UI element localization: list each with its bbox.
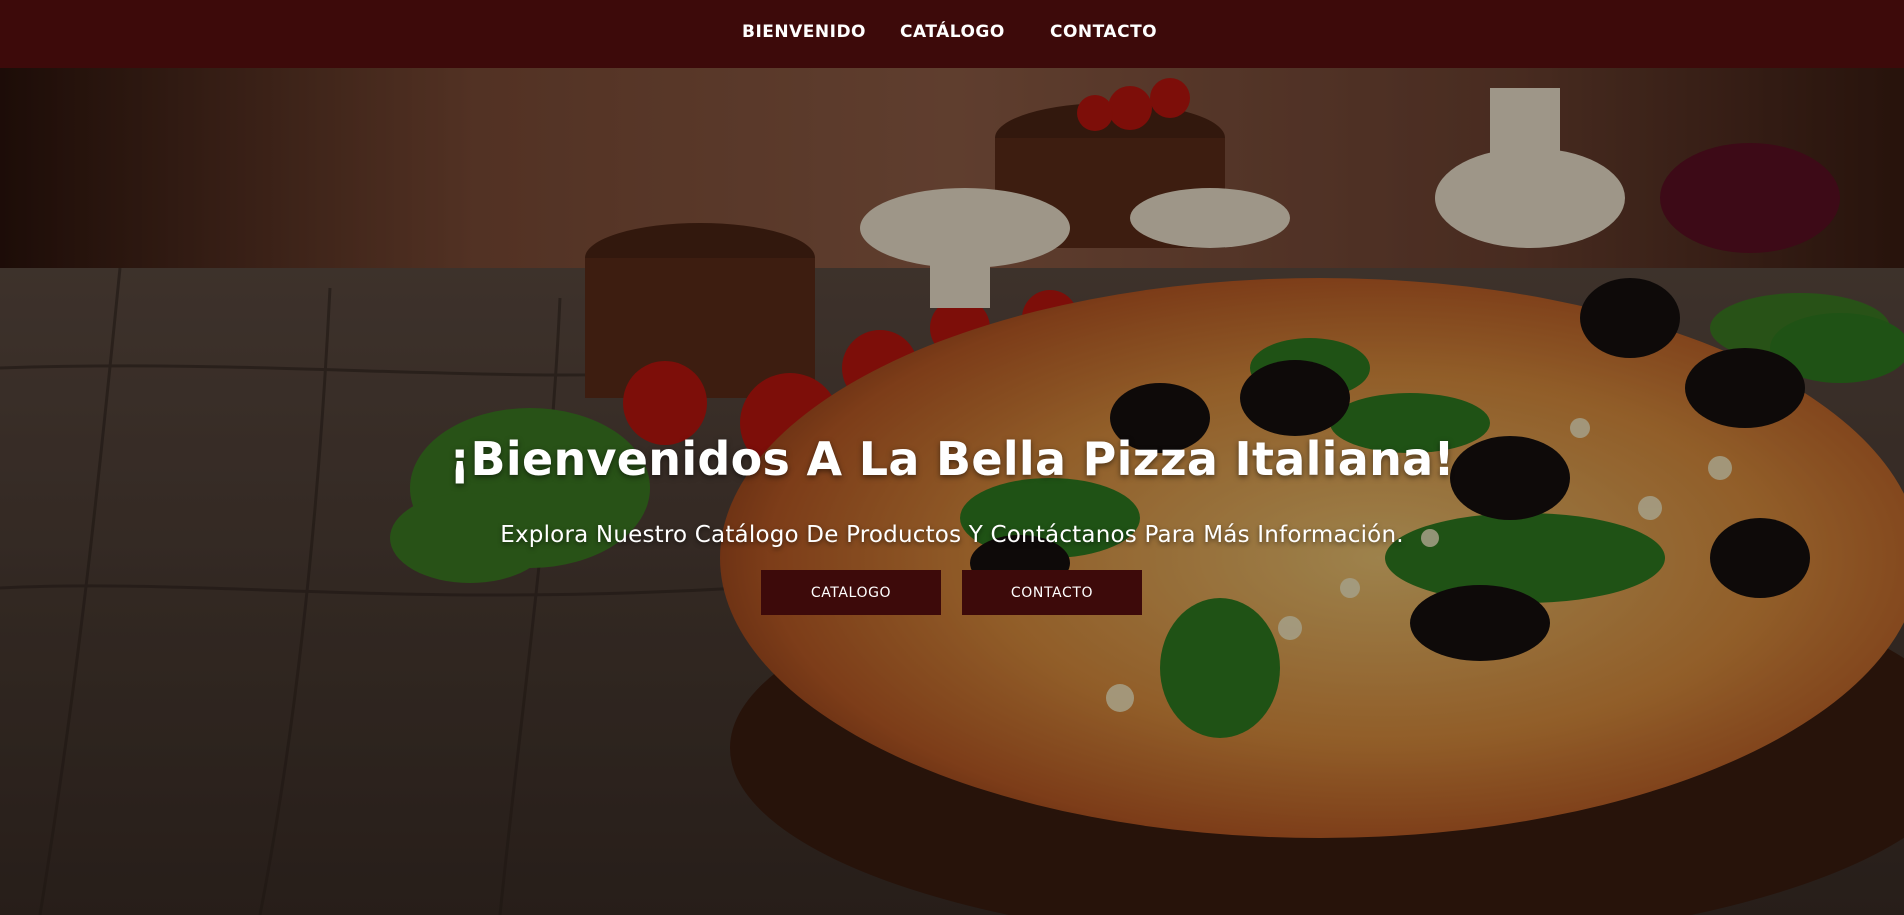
catalogo-button[interactable]: CATALOGO (761, 570, 941, 615)
hero-dark-overlay (0, 68, 1904, 915)
contacto-button[interactable]: CONTACTO (962, 570, 1142, 615)
nav-link-contacto[interactable]: CONTACTO (1050, 22, 1157, 42)
top-navbar: BIENVENIDO CATÁLOGO CONTACTO (0, 0, 1904, 68)
hero-section: ¡Bienvenidos A La Bella Pizza Italiana! … (0, 68, 1904, 915)
hero-title: ¡Bienvenidos A La Bella Pizza Italiana! (449, 432, 1455, 486)
hero-subtitle: Explora Nuestro Catálogo De Productos Y … (500, 522, 1404, 548)
nav-link-catalogo[interactable]: CATÁLOGO (900, 22, 1005, 42)
nav-link-bienvenido[interactable]: BIENVENIDO (742, 22, 866, 42)
